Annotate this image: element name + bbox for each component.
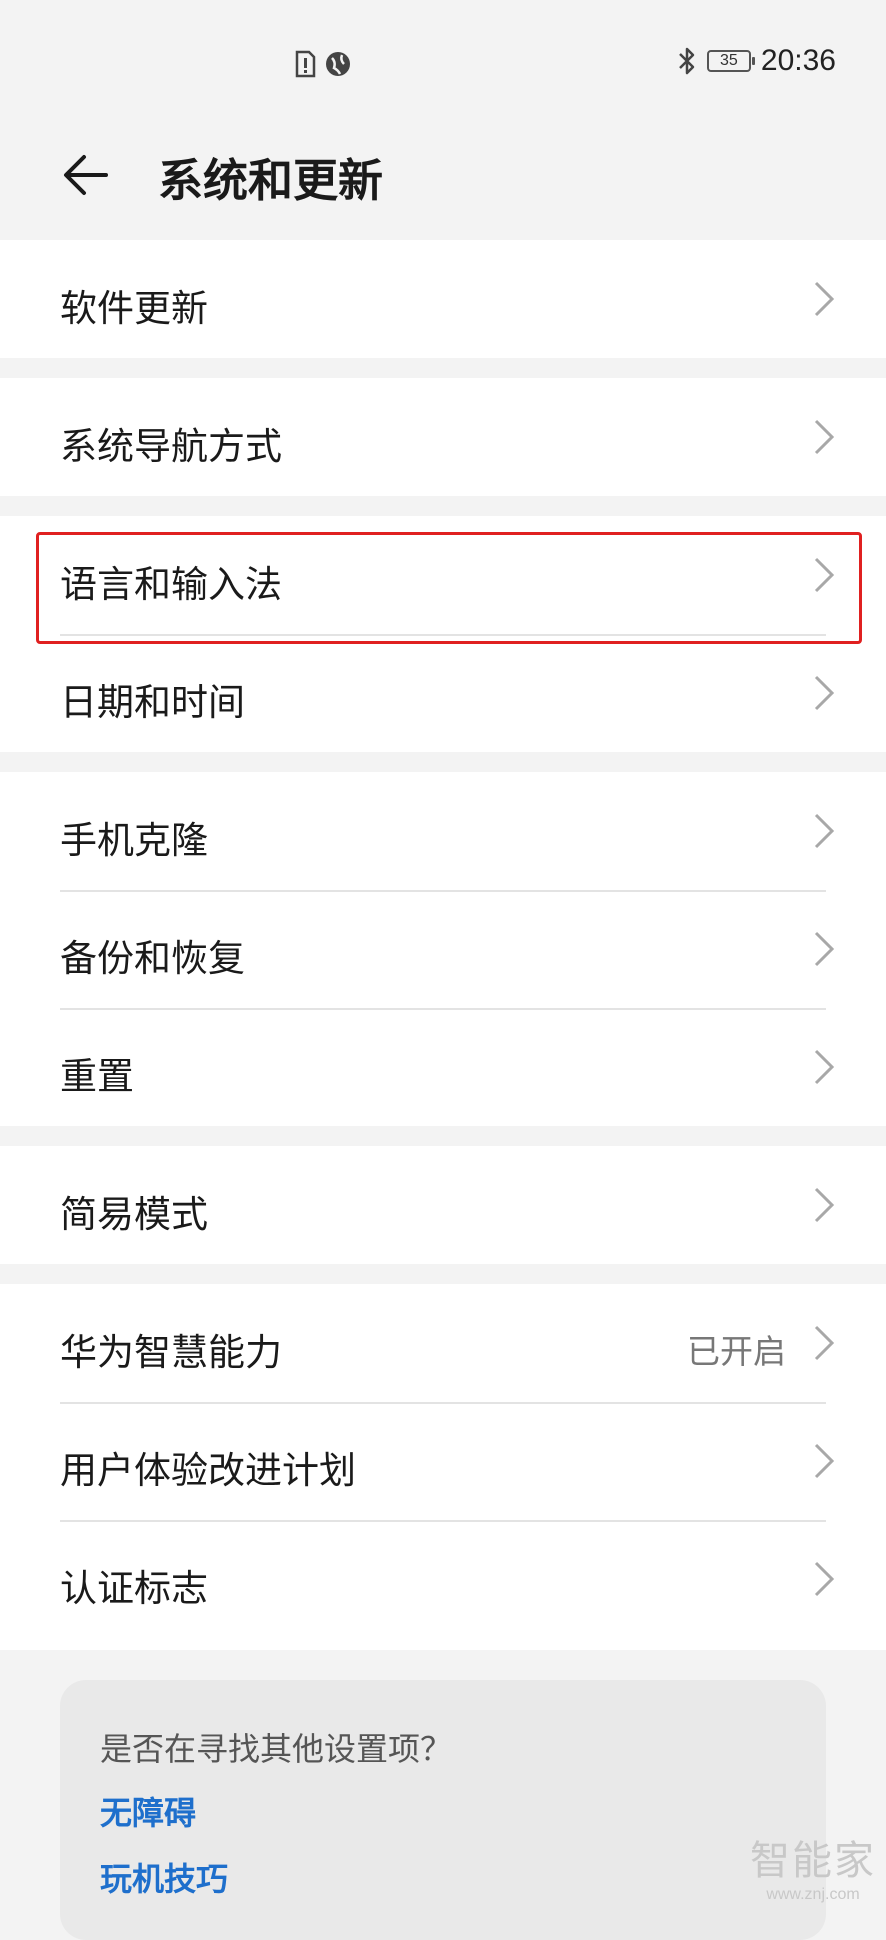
settings-group: 手机克隆 备份和恢复 重置	[0, 772, 886, 1126]
row-value: 已开启	[687, 1332, 786, 1371]
settings-row-user-experience[interactable]: 用户体验改进计划	[0, 1402, 886, 1520]
settings-row-simple-mode[interactable]: 简易模式	[0, 1146, 886, 1264]
settings-row-certification[interactable]: 认证标志	[0, 1520, 886, 1638]
sim-alert-icon	[295, 50, 316, 78]
settings-group: 简易模式	[0, 1146, 886, 1264]
back-arrow-icon[interactable]	[60, 148, 114, 202]
chevron-right-icon	[814, 281, 835, 317]
row-label: 软件更新	[60, 287, 208, 330]
chevron-right-icon	[814, 675, 835, 711]
status-bar: 35 20:36	[0, 0, 886, 110]
chevron-right-icon	[814, 419, 835, 455]
watermark: 智能家 www.znj.com	[750, 1828, 876, 1904]
row-label: 简易模式	[60, 1193, 208, 1236]
status-right: 35 20:36	[677, 44, 836, 78]
vpn-globe-icon	[326, 52, 350, 76]
link-tips[interactable]: 玩机技巧	[100, 1854, 228, 1900]
row-label: 用户体验改进计划	[60, 1449, 356, 1492]
row-label: 重置	[60, 1055, 134, 1098]
settings-group: 华为智慧能力 已开启 用户体验改进计划 认证标志	[0, 1284, 886, 1650]
chevron-right-icon	[814, 813, 835, 849]
battery-level: 35	[720, 52, 738, 69]
settings-group: 系统导航方式	[0, 378, 886, 496]
row-label: 系统导航方式	[60, 425, 282, 468]
row-label: 手机克隆	[60, 819, 208, 862]
settings-row-software-update[interactable]: 软件更新	[0, 240, 886, 358]
chevron-right-icon	[814, 1561, 835, 1597]
settings-row-reset[interactable]: 重置	[0, 1008, 886, 1126]
header: 系统和更新	[0, 110, 886, 240]
settings-row-system-navigation[interactable]: 系统导航方式	[0, 378, 886, 496]
chevron-right-icon	[814, 1325, 835, 1361]
page-title: 系统和更新	[158, 154, 384, 207]
chevron-right-icon	[814, 1049, 835, 1085]
link-accessibility[interactable]: 无障碍	[100, 1788, 196, 1834]
settings-row-backup-restore[interactable]: 备份和恢复	[0, 890, 886, 1008]
row-label: 备份和恢复	[60, 937, 245, 980]
watermark-title: 智能家	[750, 1838, 876, 1884]
row-label: 日期和时间	[60, 681, 245, 724]
row-label: 认证标志	[60, 1567, 208, 1610]
suggestion-question: 是否在寻找其他设置项？	[100, 1730, 453, 1768]
bluetooth-icon	[679, 47, 695, 75]
chevron-right-icon	[814, 1187, 835, 1223]
settings-row-date-time[interactable]: 日期和时间	[0, 634, 886, 752]
highlight-box	[36, 532, 862, 644]
chevron-right-icon	[814, 1443, 835, 1479]
clock: 20:36	[760, 44, 836, 77]
suggestion-card: 是否在寻找其他设置项？ 无障碍 玩机技巧	[60, 1680, 826, 1940]
row-label: 华为智慧能力	[60, 1331, 282, 1374]
watermark-url: www.znj.com	[766, 1886, 860, 1903]
status-left-icons	[294, 50, 352, 78]
battery-icon: 35	[706, 50, 755, 72]
settings-row-phone-clone[interactable]: 手机克隆	[0, 772, 886, 890]
settings-row-huawei-intelligence[interactable]: 华为智慧能力 已开启	[0, 1284, 886, 1402]
settings-group: 软件更新	[0, 240, 886, 358]
chevron-right-icon	[814, 931, 835, 967]
